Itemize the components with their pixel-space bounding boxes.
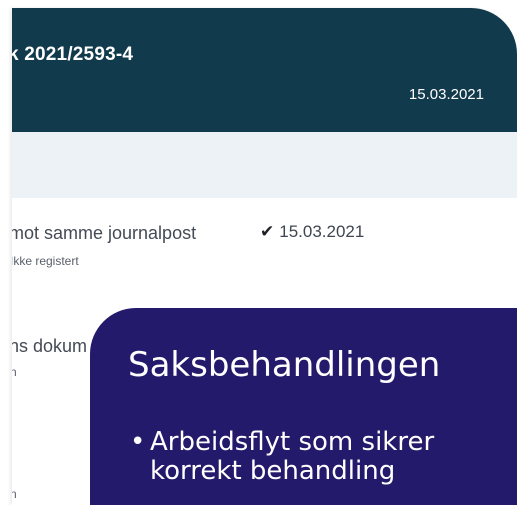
document-meta: n	[12, 487, 17, 501]
document-status-text: Ikke registert	[12, 254, 79, 268]
slide-callout: Saksbehandlingen • Arbeidsflyt som sikre…	[90, 308, 517, 505]
document-title: mot samme journalpost	[12, 223, 197, 243]
callout-heading: Saksbehandlingen	[128, 345, 441, 385]
case-title: k 2021/2593-4	[12, 44, 134, 65]
document-date: 15.03.2021	[279, 222, 365, 241]
document-title: ns dokum	[12, 336, 88, 356]
case-date: 15.03.2021	[408, 86, 484, 103]
callout-bullet: • Arbeidsflyt som sikrer korrekt behandl…	[130, 427, 517, 487]
toolbar-strip	[12, 132, 517, 198]
bullet-text: Arbeidsflyt som sikrer korrekt behandlin…	[150, 427, 435, 487]
document-meta: n	[12, 365, 17, 379]
checkmark-icon: ✔	[260, 222, 275, 241]
document-row[interactable]: mot samme journalpost Ikke registert ✔ 15…	[12, 198, 517, 302]
case-header: k 2021/2593-4 15.03.2021	[12, 8, 517, 132]
document-status: ✔ 15.03.2021	[260, 222, 364, 242]
bullet-marker: •	[130, 427, 146, 457]
